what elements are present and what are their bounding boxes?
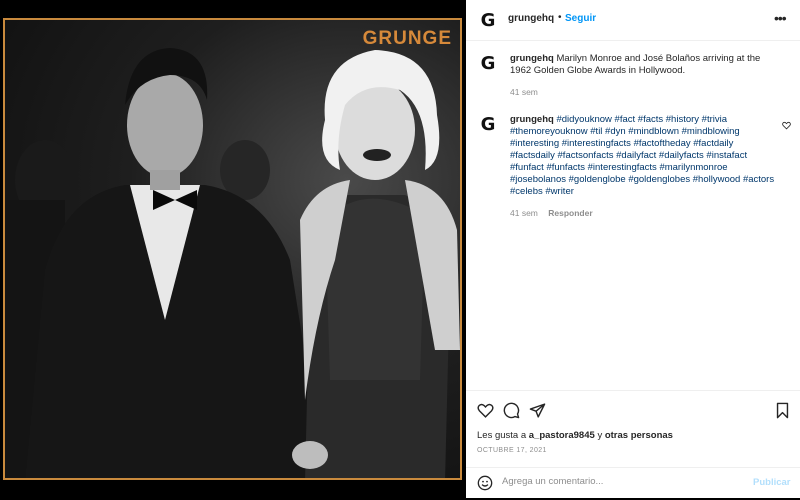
caption-username[interactable]: grungehq (510, 53, 554, 64)
comment-text-block: grungehq #didyouknow #fact #facts #histo… (510, 114, 780, 198)
post-date[interactable]: OCTUBRE 17, 2021 (477, 447, 547, 454)
share-icon[interactable] (529, 402, 546, 424)
likes-connector: y (597, 430, 603, 441)
bookmark-icon[interactable] (774, 402, 791, 424)
publish-button[interactable]: Publicar (753, 477, 791, 488)
add-comment-bar: Publicar (466, 467, 800, 500)
post-header: G grungehq • Seguir ••• (466, 0, 800, 41)
avatar[interactable]: G (478, 10, 498, 31)
header-separator: • (558, 12, 562, 23)
caption-text-block: grungehq Marilyn Monroe and José Bolaños… (510, 53, 780, 77)
header-username[interactable]: grungehq (508, 13, 554, 24)
reply-button[interactable]: Responder (548, 208, 592, 218)
comment-username[interactable]: grungehq (510, 114, 554, 125)
likes-others[interactable]: otras personas (605, 430, 673, 441)
post-actions: Les gusta a a_pastora9845 y otras person… (466, 390, 800, 499)
photo-illustration (5, 48, 460, 478)
caption-time[interactable]: 41 sem (510, 87, 538, 97)
comment-time[interactable]: 41 sem (510, 208, 538, 218)
post-side-panel: G grungehq • Seguir ••• G grungehq Maril… (466, 0, 800, 498)
caption-avatar[interactable]: G (478, 53, 498, 74)
post-photo[interactable]: GRUNGE (3, 18, 462, 480)
comment-icon[interactable] (503, 402, 520, 424)
follow-button[interactable]: Seguir (565, 13, 596, 24)
comment-like-heart-icon[interactable] (782, 117, 791, 135)
post-image-area: GRUNGE (0, 0, 466, 498)
caption-meta: 41 sem (510, 87, 546, 97)
emoji-icon[interactable] (477, 475, 493, 496)
more-icon[interactable]: ••• (774, 10, 787, 26)
comment-avatar[interactable]: G (478, 114, 498, 135)
likes-user[interactable]: a_pastora9845 (529, 430, 595, 441)
comment-hashtags[interactable]: #didyouknow #fact #facts #history #trivi… (510, 114, 774, 197)
likes-prefix: Les gusta a (477, 430, 527, 441)
heart-icon[interactable] (477, 402, 494, 424)
comment-input[interactable] (502, 476, 742, 487)
likes-text: Les gusta a a_pastora9845 y otras person… (477, 430, 673, 441)
brand-watermark: GRUNGE (362, 28, 452, 49)
comment-meta: 41 sem Responder (510, 208, 601, 218)
